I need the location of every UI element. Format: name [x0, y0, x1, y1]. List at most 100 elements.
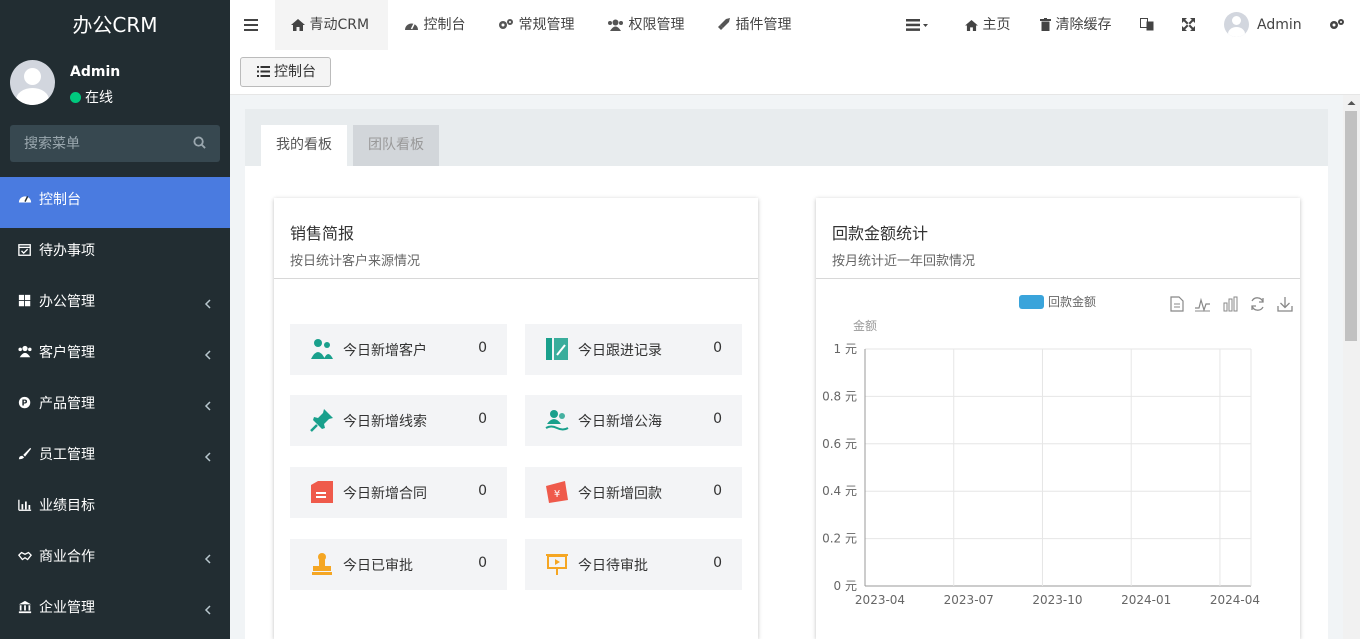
tab-qingdong-crm[interactable]: 青动CRM — [275, 0, 388, 50]
brand-logo[interactable]: 办公CRM — [0, 0, 230, 50]
stat-label: 今日新增线索 — [343, 414, 427, 430]
scroll-up-arrow-icon[interactable] — [1343, 97, 1360, 109]
product-p-icon: P — [18, 396, 31, 409]
y-tick-label: 0.8 元 — [822, 389, 857, 403]
chart-legend[interactable]: 回款金额 — [1019, 293, 1096, 310]
avatar[interactable] — [10, 60, 55, 105]
stat-card-0[interactable]: 今日新增客户 0 — [290, 324, 507, 375]
breadcrumb-bar: 控制台 — [230, 50, 1360, 95]
tab-dashboard[interactable]: 控制台 — [404, 0, 465, 50]
divider — [274, 278, 758, 279]
translate-icon — [1140, 18, 1154, 31]
legend-label: 回款金额 — [1048, 295, 1097, 309]
sidebar-item-2[interactable]: 办公管理 — [0, 279, 230, 330]
contract-icon — [311, 481, 333, 503]
search-icon[interactable] — [193, 136, 206, 149]
control-sidebar-button[interactable] — [1329, 0, 1345, 50]
stat-label: 今日待审批 — [578, 558, 648, 574]
legend-swatch — [1019, 295, 1044, 309]
stat-card-4[interactable]: 今日新增合同 0 — [290, 467, 507, 518]
clear-cache-button[interactable]: 清除缓存 — [1040, 0, 1111, 50]
chevron-left-icon — [204, 554, 211, 564]
x-tick-label: 2023-10 — [1032, 593, 1082, 607]
pushpin-icon — [310, 409, 333, 432]
tab-permission-management[interactable]: 权限管理 — [607, 0, 684, 50]
customer-add-icon — [311, 339, 333, 359]
admin-name: Admin — [1257, 17, 1302, 33]
stat-card-6[interactable]: 今日已审批 0 — [290, 539, 507, 590]
stat-label: 今日新增客户 — [343, 343, 427, 359]
easel-icon — [546, 554, 568, 575]
sidebar-toggle-button[interactable] — [244, 0, 264, 50]
sidebar-item-label: 产品管理 — [39, 396, 95, 412]
sidebar-item-label: 商业合作 — [39, 549, 95, 565]
stat-card-1[interactable]: 今日跟进记录 0 — [525, 324, 742, 375]
dashboard-icon — [405, 23, 418, 30]
tab-label: 权限管理 — [628, 17, 685, 33]
home-link[interactable]: 主页 — [965, 0, 1010, 50]
sidebar-item-3[interactable]: 客户管理 — [0, 330, 230, 381]
rocket-icon — [718, 18, 730, 30]
sidebar-item-0[interactable]: 控制台 — [0, 177, 230, 228]
y-tick-label: 0.4 元 — [822, 484, 857, 498]
sidebar-item-label: 客户管理 — [39, 345, 95, 361]
stat-value: 0 — [713, 411, 722, 427]
menu-layout-dropdown[interactable] — [906, 0, 928, 50]
panel-title: 回款金额统计 — [832, 224, 929, 243]
clear-cache-label: 清除缓存 — [1055, 17, 1112, 33]
sidebar-item-label: 业绩目标 — [39, 498, 95, 514]
stat-value: 0 — [713, 555, 722, 571]
language-toggle-button[interactable] — [1140, 0, 1154, 50]
chevron-left-icon — [204, 452, 211, 462]
sidebar-item-7[interactable]: 商业合作 — [0, 534, 230, 585]
list-icon — [257, 66, 270, 77]
tab-team-board[interactable]: 团队看板 — [353, 125, 439, 166]
fullscreen-button[interactable] — [1182, 0, 1195, 50]
online-dot-icon — [70, 92, 81, 103]
dashboard-breadcrumb-button[interactable]: 控制台 — [240, 57, 331, 87]
stat-label: 今日已审批 — [343, 558, 413, 574]
sidebar-item-1[interactable]: 待办事项 — [0, 228, 230, 279]
sidebar-item-5[interactable]: 员工管理 — [0, 432, 230, 483]
panel-subtitle: 按日统计客户来源情况 — [290, 254, 421, 269]
stamp-icon — [312, 553, 332, 575]
search-input[interactable] — [10, 125, 180, 162]
list-menu-icon — [906, 19, 928, 31]
stat-card-5[interactable]: ¥ 今日新增回款 0 — [525, 467, 742, 518]
tab-general-management[interactable]: 常规管理 — [498, 0, 574, 50]
page-scrollbar[interactable] — [1343, 95, 1360, 639]
user-status: 在线 — [70, 87, 113, 107]
user-panel: Admin 在线 — [0, 50, 230, 116]
calendar-check-icon — [18, 244, 31, 256]
y-tick-label: 0 元 — [834, 579, 857, 593]
bar-chart-icon — [18, 499, 32, 511]
stat-value: 0 — [478, 483, 487, 499]
hamburger-icon — [244, 19, 258, 31]
cogs-icon — [1330, 19, 1344, 29]
sidebar-item-4[interactable]: P 产品管理 — [0, 381, 230, 432]
chevron-left-icon — [204, 401, 211, 411]
trash-icon — [1040, 18, 1051, 31]
scrollbar-thumb[interactable] — [1345, 111, 1357, 341]
top-navbar: 青动CRM 控制台 常规管理 权限管理 插件管理 主页 清除缓存 Admin — [230, 0, 1360, 50]
stat-label: 今日新增公海 — [578, 414, 662, 430]
stat-label: 今日新增合同 — [343, 486, 427, 502]
svg-text:¥: ¥ — [554, 489, 560, 500]
chevron-left-icon — [204, 605, 211, 615]
chevron-left-icon — [204, 299, 211, 309]
chevron-left-icon — [204, 350, 211, 360]
tab-plugin-management[interactable]: 插件管理 — [717, 0, 791, 50]
sidebar-item-6[interactable]: 业绩目标 — [0, 483, 230, 534]
stat-card-7[interactable]: 今日待审批 0 — [525, 539, 742, 590]
tab-my-board[interactable]: 我的看板 — [261, 125, 347, 166]
stat-value: 0 — [713, 483, 722, 499]
y-tick-label: 1 元 — [834, 342, 857, 356]
users-icon — [18, 345, 32, 358]
stat-value: 0 — [478, 411, 487, 427]
stat-card-2[interactable]: 今日新增线索 0 — [290, 395, 507, 446]
sidebar: 办公CRM Admin 在线 控制台待办事项办公管理客户管理 P 产品管理员工管理业… — [0, 0, 230, 639]
stat-card-3[interactable]: 今日新增公海 0 — [525, 395, 742, 446]
sidebar-item-8[interactable]: 企业管理 — [0, 585, 230, 636]
admin-user-menu[interactable]: Admin — [1224, 0, 1302, 50]
sidebar-item-label: 企业管理 — [39, 600, 95, 616]
